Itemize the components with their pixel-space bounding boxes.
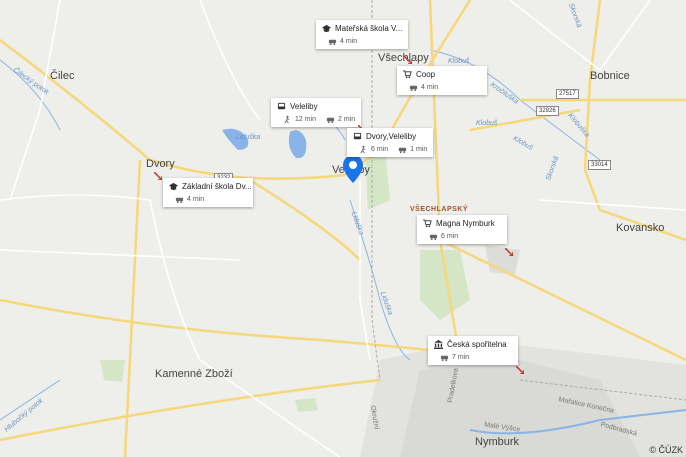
car-icon [326,115,335,124]
pointer-arrow-icon [404,56,412,64]
car-icon [429,232,438,241]
poi-card-ceska-sporitelna[interactable]: Česká spořitelna 7 min [428,336,518,365]
place-cilec: Čilec [50,70,75,82]
school-icon [322,24,331,33]
walk-icon [283,115,292,124]
poi-time: 4 min [187,196,205,203]
road-shield: 32926 [536,106,559,116]
poi-time: 7 min [452,354,470,361]
poi-card-materska-skola[interactable]: Mateřská škola V... 4 min [316,20,409,49]
poi-time: 2 min [338,116,356,123]
car-icon [175,195,184,204]
poi-card-dvory-veleliby-stop[interactable]: Dvory,Veleliby 6 min 1 min [347,128,434,157]
road-shield: 33014 [588,160,611,170]
pointer-arrow-icon [505,248,513,256]
walk-icon [359,145,368,154]
bus-icon [277,102,286,111]
car-icon [440,353,449,362]
place-kamenne-zbozi: Kamenné Zboží [155,368,233,380]
poi-card-veleliby-stop[interactable]: Veleliby 12 min 2 min [271,98,361,127]
place-bobnice: Bobnice [590,70,630,82]
pointer-arrow-icon [154,172,162,180]
road-shield: 27517 [556,89,579,99]
poi-card-magna-nymburk[interactable]: Magna Nymburk 6 min [417,215,507,244]
car-icon [398,145,407,154]
poi-title: Magna Nymburk [436,219,495,228]
poi-card-coop[interactable]: Coop 4 min [397,66,487,95]
copyright-notice[interactable]: © ČÚZK [649,445,683,455]
poi-title: Mateřská škola V... [335,24,403,33]
water-label: Liduška [236,134,261,141]
place-nymburk: Nymburk [475,436,520,448]
poi-time: 12 min [295,116,317,123]
poi-time: 6 min [371,146,389,153]
poi-time: 4 min [421,84,439,91]
school-icon [169,182,178,191]
poi-card-zakladni-skola[interactable]: Základní škola Dv... 4 min [163,178,253,207]
poi-title: Dvory,Veleliby [366,132,417,141]
map-view[interactable]: Čilec Dvory Veleliby Všechlapy Bobnice K… [0,0,686,457]
water-label: Klobuš [476,120,498,127]
cart-icon [403,70,412,79]
place-dvory: Dvory [146,158,175,170]
map-base-layer [0,0,686,457]
poi-title: Coop [416,70,436,79]
bus-icon [353,132,362,141]
water-label: Klobuš [448,58,470,65]
district-label: VŠECHLAPSKÝ [410,206,469,213]
cart-icon [423,219,432,228]
poi-time: 1 min [410,146,428,153]
poi-time: 6 min [441,233,459,240]
poi-time: 4 min [340,38,358,45]
car-icon [409,83,418,92]
pointer-arrow-icon [516,366,524,374]
poi-title: Česká spořitelna [447,340,507,349]
place-kovansko: Kovansko [616,222,665,234]
bank-icon [434,340,443,349]
car-icon [328,37,337,46]
poi-title: Veleliby [290,102,318,111]
poi-title: Základní škola Dv... [182,182,252,191]
location-pin-icon[interactable] [342,154,364,184]
